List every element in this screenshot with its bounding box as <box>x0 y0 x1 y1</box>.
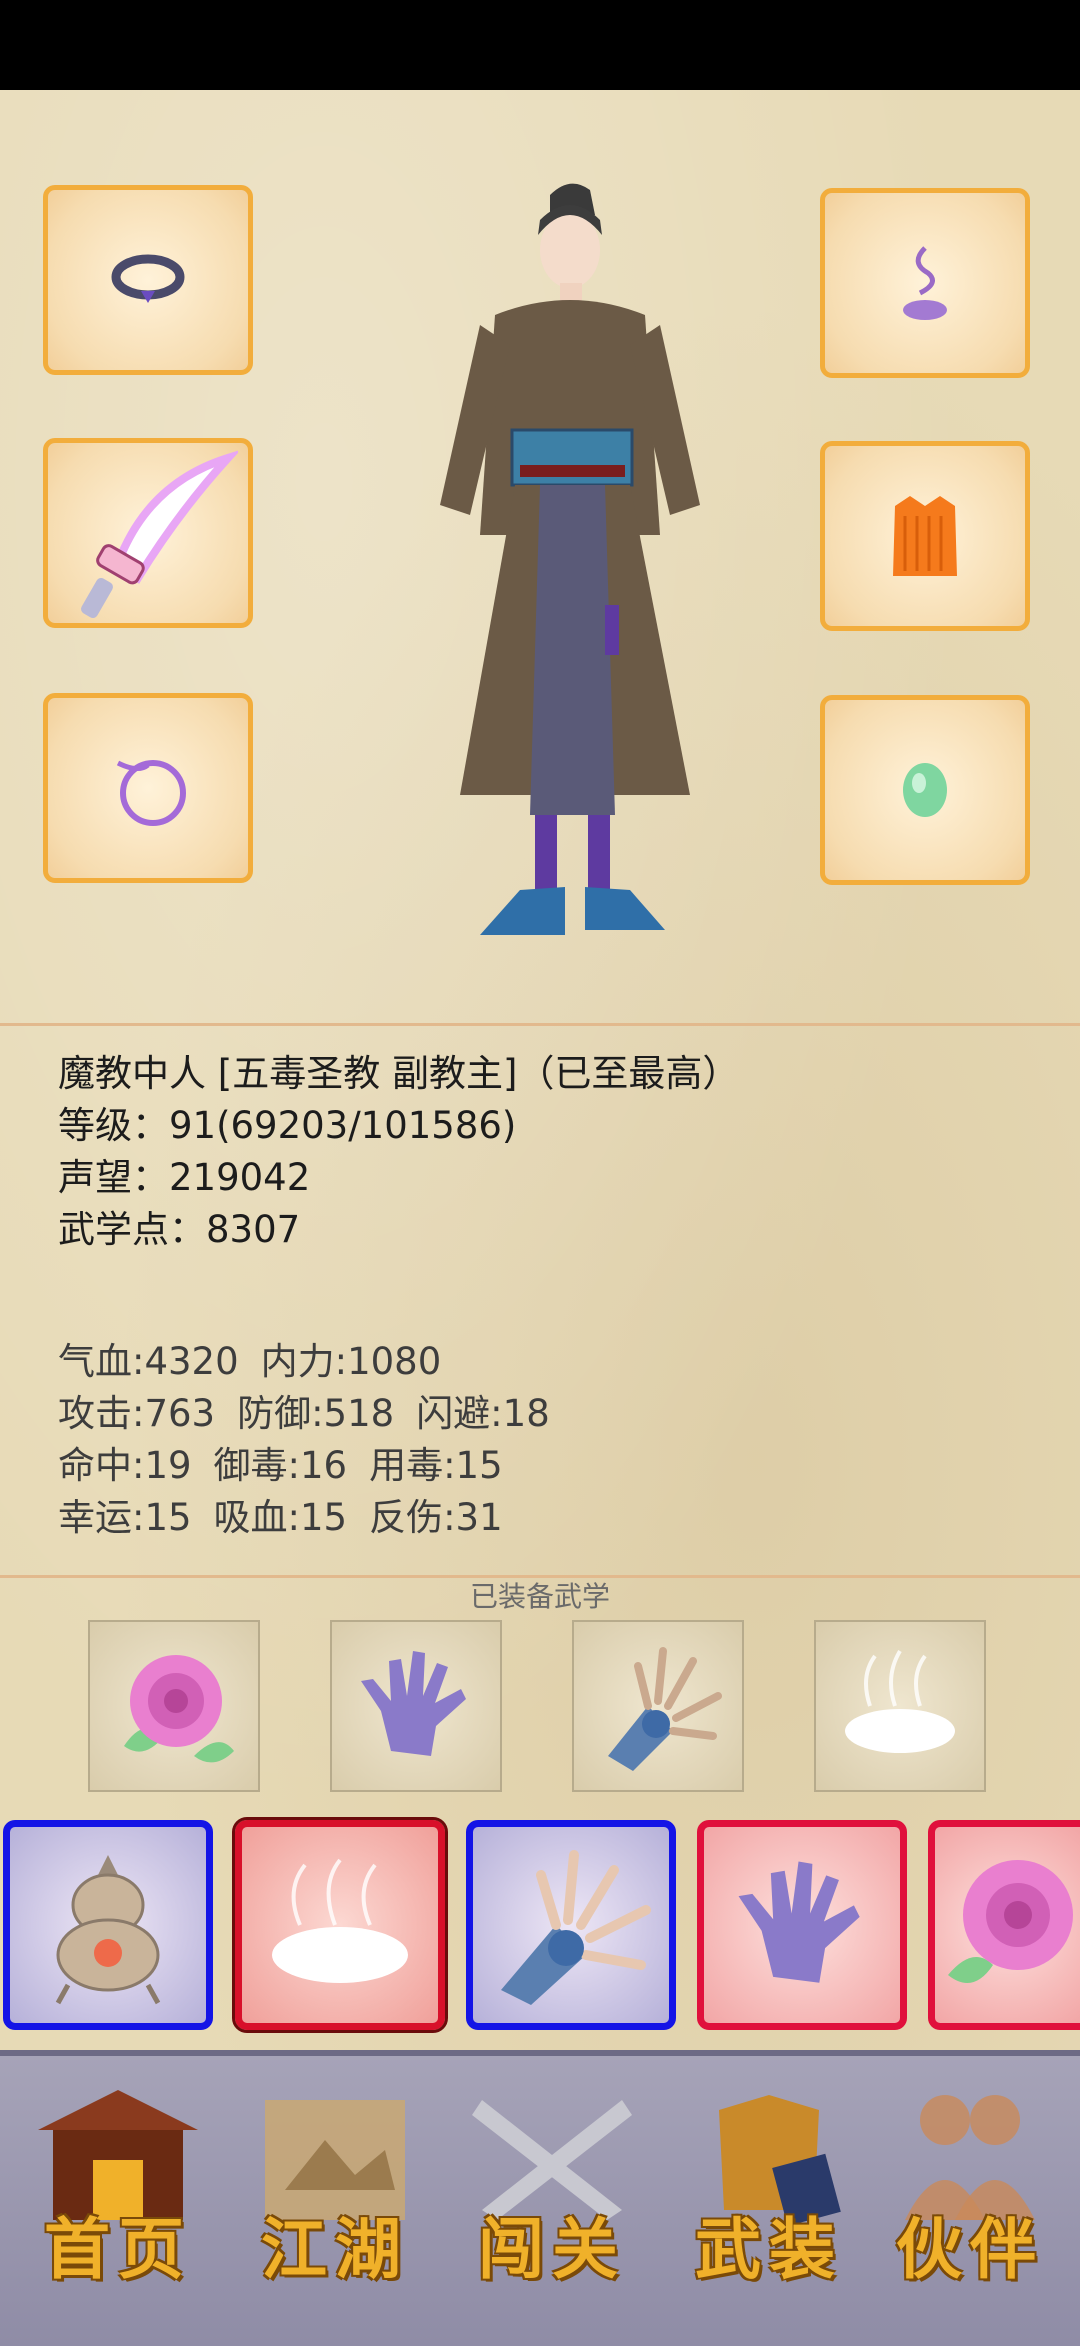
nav-equipment-label: 武装 <box>695 2210 843 2288</box>
divider-top <box>0 1023 1080 1026</box>
cloth-icon <box>893 496 957 576</box>
rose-icon <box>947 1860 1073 1983</box>
equip-slot-jade[interactable] <box>820 695 1030 885</box>
stat-hp: 气血:4320 <box>58 1340 239 1383</box>
claw-icon <box>501 1850 651 2005</box>
nav-challenge[interactable]: 闯关 <box>452 2080 652 2310</box>
claw-icon <box>608 1647 722 1771</box>
equip-slot-ring[interactable] <box>43 185 253 375</box>
nav-home-label: 首页 <box>44 2210 192 2288</box>
stats-row-1: 气血:4320 内力:1080 <box>58 1336 572 1388</box>
bracelet-icon <box>116 760 186 826</box>
equipped-skill-3[interactable] <box>572 1620 744 1792</box>
stat-poison-use: 用毒:15 <box>369 1444 503 1487</box>
skill-card-3[interactable] <box>466 1820 676 2030</box>
rose-icon <box>124 1655 234 1763</box>
equipped-skill-2[interactable] <box>330 1620 502 1792</box>
stat-dodge: 闪避:18 <box>416 1392 550 1435</box>
martial-points-line: 武学点：8307 <box>58 1208 301 1251</box>
stat-hit: 命中:19 <box>58 1444 192 1487</box>
equip-slot-accessory[interactable] <box>820 188 1030 378</box>
mist-icon <box>845 1649 955 1753</box>
nav-partners-label: 伙伴 <box>896 2210 1044 2288</box>
cauldron-icon <box>55 1855 161 2005</box>
sword-icon <box>81 450 238 618</box>
equip-slot-bracelet[interactable] <box>43 693 253 883</box>
nav-jianghu-label: 江湖 <box>261 2210 409 2288</box>
reputation-line: 声望：219042 <box>58 1156 311 1199</box>
ring-icon <box>111 254 185 303</box>
level-line: 等级：91(69203/101586) <box>58 1104 517 1147</box>
stat-reflect: 反伤:31 <box>369 1496 503 1539</box>
stat-defense: 防御:518 <box>237 1392 395 1435</box>
palm-icon <box>738 1861 860 1983</box>
character-info: 魔教中人 [五毒圣教 副教主]（已至最高） 等级：91(69203/101586… <box>58 1048 739 1256</box>
incense-icon <box>903 246 947 320</box>
nav-jianghu[interactable]: 江湖 <box>235 2080 435 2310</box>
stats-row-3: 命中:19 御毒:16 用毒:15 <box>58 1440 572 1492</box>
mist-icon <box>272 1858 408 1983</box>
equipped-skill-1[interactable] <box>88 1620 260 1792</box>
stat-mp: 内力:1080 <box>260 1340 442 1383</box>
stat-poison-resist: 御毒:16 <box>213 1444 348 1487</box>
title-line: 魔教中人 [五毒圣教 副教主]（已至最高） <box>58 1052 740 1095</box>
stat-luck: 幸运:15 <box>58 1496 192 1539</box>
skill-card-2[interactable] <box>232 1817 448 2033</box>
equip-slot-armor[interactable] <box>820 441 1030 631</box>
equipped-skills-title: 已装备武学 <box>469 1580 610 1613</box>
jade-icon <box>903 763 947 817</box>
equip-slot-weapon[interactable] <box>43 438 253 628</box>
stats-block: 气血:4320 内力:1080 攻击:763 防御:518 闪避:18 命中:19 御毒… <box>58 1336 572 1544</box>
skill-card-4[interactable] <box>697 1820 907 2030</box>
nav-partners[interactable]: 伙伴 <box>870 2080 1070 2310</box>
stats-row-4: 幸运:15 吸血:15 反伤:31 <box>58 1492 572 1544</box>
skill-card-5[interactable] <box>928 1820 1080 2030</box>
palm-icon <box>361 1651 466 1756</box>
equipped-skill-4[interactable] <box>814 1620 986 1792</box>
nav-equipment[interactable]: 武装 <box>669 2080 869 2310</box>
nav-challenge-label: 闯关 <box>478 2210 626 2288</box>
stat-attack: 攻击:763 <box>58 1392 216 1435</box>
status-bar <box>0 0 1080 90</box>
skill-card-1[interactable] <box>3 1820 213 2030</box>
nav-home[interactable]: 首页 <box>18 2080 218 2310</box>
stat-lifesteal: 吸血:15 <box>213 1496 348 1539</box>
stats-row-2: 攻击:763 防御:518 闪避:18 <box>58 1388 572 1440</box>
character-figure <box>440 183 700 935</box>
